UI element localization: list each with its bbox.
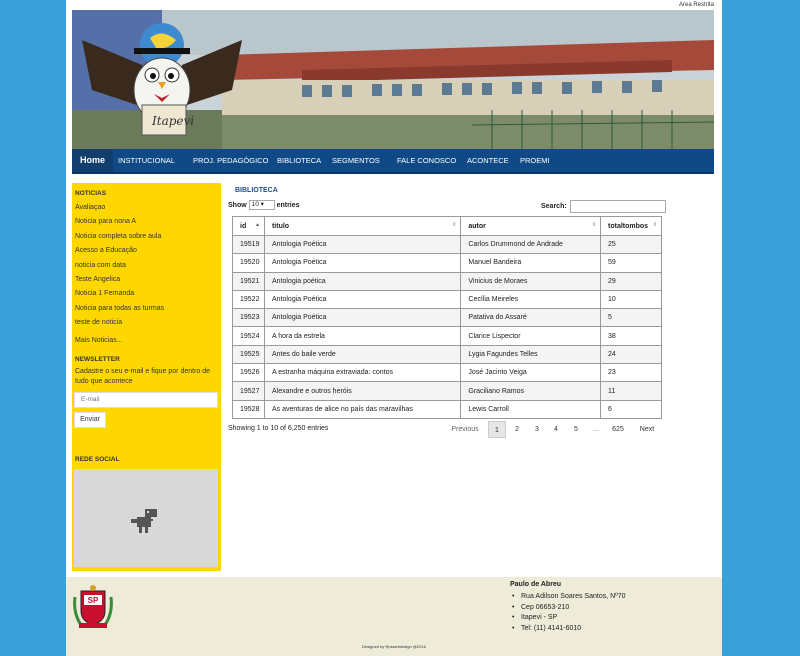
- page: Area Restrita Itapevi Home INSTITUCIONAL…: [66, 0, 722, 656]
- school-illustration: Itapevi: [72, 10, 714, 149]
- newsletter-email-input[interactable]: [74, 391, 218, 408]
- pagination-next[interactable]: Next: [635, 421, 659, 438]
- table-row[interactable]: 19522 Antologia Poética Cecília Meireles 10: [232, 289, 662, 310]
- news-link[interactable]: Noticia para todas as turmas: [72, 302, 221, 316]
- footer-address-line: Rua Adilson Soares Santos, Nº70: [512, 592, 626, 603]
- table-row[interactable]: 19525 Antes do baile verde Lygia Fagundes …: [232, 344, 662, 365]
- nav-biblioteca[interactable]: BIBLIOTECA: [277, 149, 321, 172]
- footer-address-list: Rua Adilson Soares Santos, Nº70 Cep 0665…: [512, 592, 626, 634]
- table-row[interactable]: 19528 As aventuras de alice no país das m…: [232, 399, 662, 419]
- news-link[interactable]: Acesso a Educação: [72, 244, 221, 258]
- page-size-value: 10: [251, 201, 259, 208]
- nav-proj-pedagogico[interactable]: PROJ. PEDAGÓGICO: [193, 149, 268, 172]
- restricted-area-link[interactable]: Area Restrita: [679, 2, 714, 8]
- newsletter-send-button[interactable]: Enviar: [74, 411, 106, 428]
- pagination-previous[interactable]: Previous: [445, 421, 485, 438]
- table-row[interactable]: 19524 A hora da estrela Clarice Lispector 3…: [232, 326, 662, 346]
- footer-address-line: Cep 06653-210: [512, 603, 626, 614]
- news-heading: NOTICIAS: [75, 190, 107, 197]
- column-header-totaltombos[interactable]: totaltombos ⇕: [600, 216, 662, 236]
- table-row[interactable]: 19521 Antologia poética Vinicius de Moraes…: [232, 271, 662, 291]
- nav-proemi[interactable]: PROEMI: [520, 149, 550, 172]
- banner-logo-text: Itapevi: [151, 114, 194, 128]
- page-size-select[interactable]: 10 ▾: [248, 200, 275, 210]
- news-link[interactable]: noticia com data: [72, 259, 221, 273]
- social-embed: [74, 469, 218, 567]
- more-news-link[interactable]: Mais Noticias...: [72, 337, 221, 344]
- pagination-page[interactable]: 3: [528, 421, 546, 438]
- news-link[interactable]: Teste Angelica: [72, 273, 221, 287]
- footer-school-name: Paulo de Abreu: [510, 581, 562, 588]
- search-input[interactable]: [570, 200, 666, 213]
- sort-asc-icon: ▲: [255, 222, 260, 228]
- footer-address-line: Tel: (11) 4141-6010: [512, 624, 626, 635]
- table-row[interactable]: 19523 Antologia Poética Patativa do Assaré…: [232, 308, 662, 328]
- search-label: Search:: [541, 203, 567, 210]
- column-header-autor[interactable]: autor ⇕: [460, 216, 602, 236]
- nav-segmentos[interactable]: SEGMENTOS: [332, 149, 380, 172]
- pagination-page[interactable]: 2: [508, 421, 526, 438]
- news-link[interactable]: Noticia 1 Fernanda: [72, 287, 221, 301]
- table-row[interactable]: 19526 A estranha máquina extraviada: cont…: [232, 363, 662, 383]
- column-header-id[interactable]: id ▲: [232, 216, 265, 236]
- section-title: BIBLIOTECA: [235, 187, 278, 194]
- footer: SP Paulo de Abreu Rua Adilson Soares San…: [66, 577, 722, 656]
- nav-acontece[interactable]: ACONTECE: [467, 149, 509, 172]
- news-link[interactable]: teste de noticia: [72, 316, 221, 330]
- social-heading: REDE SOCIAL: [75, 456, 120, 463]
- newsletter-heading: NEWSLETTER: [75, 355, 120, 363]
- footer-address-line: Itapevi - SP: [512, 613, 626, 624]
- main-nav: Home INSTITUCIONAL PROJ. PEDAGÓGICO BIBL…: [72, 149, 714, 174]
- nav-fale-conosco[interactable]: FALE CONOSCO: [397, 149, 456, 172]
- entries-label: entries: [276, 201, 300, 209]
- state-seal-icon: SP: [73, 585, 113, 628]
- dino-icon: [131, 509, 157, 533]
- table-controls: Show 10 ▾ entries Search:: [228, 200, 666, 216]
- pagination-page-last[interactable]: 625: [607, 421, 629, 438]
- newsletter-text: Cadastre o seu e-mail e fique por dentro…: [75, 367, 211, 385]
- table-row[interactable]: 19520 Antologia Poética Manuel Bandeira 59: [232, 253, 662, 273]
- seal-text: SP: [88, 596, 99, 605]
- pagination-page-current[interactable]: 1: [488, 421, 506, 438]
- news-link[interactable]: Noticia para nona A: [72, 215, 221, 229]
- show-label: Show: [228, 201, 247, 209]
- pagination-ellipsis: …: [592, 426, 600, 433]
- table-info: Showing 1 to 10 of 6,250 entries: [228, 425, 329, 432]
- books-table: id ▲ titulo ⇕ autor ⇕ totaltombos ⇕ 19519 Ant…: [232, 216, 662, 419]
- nav-home[interactable]: Home: [72, 149, 114, 172]
- news-link[interactable]: Noticia completa sobre aula: [72, 230, 221, 244]
- sort-icon: ⇕: [652, 222, 657, 228]
- table-header-row: id ▲ titulo ⇕ autor ⇕ totaltombos ⇕: [232, 216, 662, 236]
- table-row[interactable]: 19519 Antologia Poética Carlos Drummond de…: [232, 234, 662, 255]
- news-link[interactable]: Avaliaçao: [72, 201, 221, 215]
- column-header-titulo[interactable]: titulo ⇕: [263, 216, 462, 236]
- sort-icon: ⇕: [591, 222, 597, 228]
- table-row[interactable]: 19527 Alexandre e outros heróis Graciliano…: [232, 381, 662, 401]
- header-banner: Itapevi: [72, 10, 714, 149]
- footer-credit: Designed by Rpswebdesign @2016: [362, 644, 426, 649]
- pagination-page[interactable]: 4: [547, 421, 565, 438]
- sort-icon: ⇕: [452, 222, 457, 228]
- sidebar: NOTICIAS Avaliaçao Noticia para nona A N…: [72, 183, 221, 571]
- nav-institucional[interactable]: INSTITUCIONAL: [118, 149, 175, 172]
- pagination-page[interactable]: 5: [567, 421, 585, 438]
